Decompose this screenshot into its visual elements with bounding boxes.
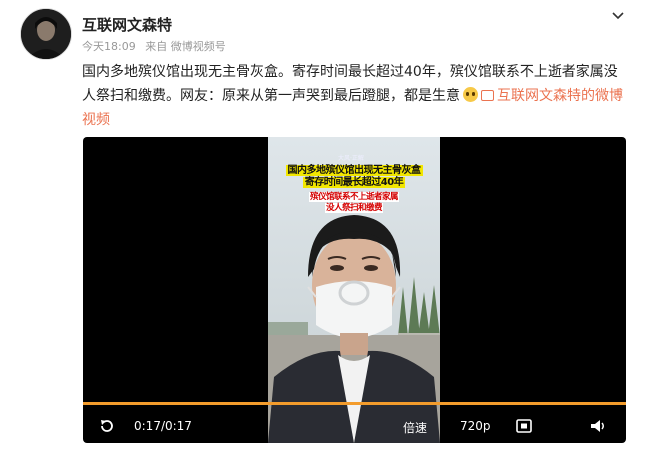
crying-emoji-icon xyxy=(463,87,478,102)
post-meta: 今天18:09 来自 微博视频号 xyxy=(82,38,232,54)
post-source[interactable]: 来自 微博视频号 xyxy=(145,40,226,53)
video-caption-line4: 没人祭扫和缴费 xyxy=(324,203,383,213)
video-caption-line3: 殡仪馆联系不上逝者家属 xyxy=(308,192,399,202)
video-time: 0:17/0:17 xyxy=(134,419,192,433)
avatar[interactable] xyxy=(20,8,72,60)
replay-icon[interactable] xyxy=(99,418,115,434)
picture-in-picture-icon[interactable] xyxy=(516,419,532,433)
video-caption-bottom: 殡仪馆联系不上逝者家属 没人祭扫和缴费 xyxy=(268,192,440,214)
video-caption-line1: 国内多地殡仪馆出现无主骨灰盒 xyxy=(285,165,423,176)
video-caption-top: 国内多地殡仪馆出现无主骨灰盒 寄存时间最长超过40年 xyxy=(268,165,440,189)
volume-icon[interactable] xyxy=(590,419,608,433)
weibo-post: 互联网文森特 今天18:09 来自 微博视频号 国内多地殡仪馆出现无主骨灰盒。寄… xyxy=(0,0,650,454)
video-link-icon xyxy=(481,90,494,101)
post-text: 国内多地殡仪馆出现无主骨灰盒。寄存时间最长超过40年，殡仪馆联系不上逝者家属没人… xyxy=(82,60,627,132)
video-progress-bar[interactable] xyxy=(83,402,626,405)
video-caption-line2: 寄存时间最长超过40年 xyxy=(302,177,406,188)
speed-button[interactable]: 倍速 xyxy=(403,419,427,436)
quality-button[interactable]: 720p xyxy=(460,419,491,433)
username[interactable]: 互联网文森特 xyxy=(82,14,172,35)
video-controls: 0:17/0:17 倍速 720p xyxy=(83,409,626,443)
video-source-tag: 大风·正解 xyxy=(338,155,364,162)
chevron-down-icon[interactable] xyxy=(610,8,626,22)
video-player[interactable]: 大风·正解 国内多地殡仪馆出现无主骨灰盒 寄存时间最长超过40年 殡仪馆联系不上… xyxy=(83,137,626,443)
video-frame[interactable]: 大风·正解 国内多地殡仪馆出现无主骨灰盒 寄存时间最长超过40年 殡仪馆联系不上… xyxy=(268,137,440,443)
post-time[interactable]: 今天18:09 xyxy=(82,40,136,53)
